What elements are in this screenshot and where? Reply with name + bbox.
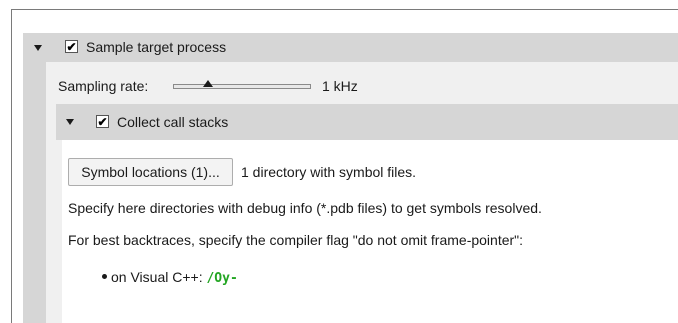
- collapse-triangle-icon[interactable]: [34, 45, 42, 51]
- sampling-rate-label: Sampling rate:: [58, 78, 149, 94]
- symbol-locations-button[interactable]: Symbol locations (1)...: [68, 158, 233, 186]
- checkmark-icon: ✔: [66, 39, 77, 54]
- slider-thumb[interactable]: [202, 80, 213, 87]
- bullet-icon: [102, 274, 107, 279]
- sampling-rate-value: 1 kHz: [322, 78, 358, 94]
- collect-call-stacks-label: Collect call stacks: [117, 114, 229, 130]
- visual-cpp-flag: /Oy-: [206, 271, 238, 286]
- sample-target-process-checkbox[interactable]: ✔: [65, 40, 78, 53]
- pdb-hint-text: Specify here directories with debug info…: [68, 200, 542, 216]
- visual-cpp-bullet: on Visual C++: /Oy-: [111, 268, 238, 288]
- sample-target-process-label: Sample target process: [86, 39, 227, 55]
- visual-cpp-label: on Visual C++:: [111, 269, 203, 285]
- frame-pointer-hint-text: For best backtraces, specify the compile…: [68, 232, 524, 248]
- sampling-rate-slider[interactable]: [173, 84, 311, 89]
- symbol-status-text: 1 directory with symbol files.: [241, 164, 417, 180]
- panel-indent: [23, 62, 46, 323]
- collect-call-stacks-checkbox[interactable]: ✔: [96, 115, 109, 128]
- checkmark-icon: ✔: [97, 114, 108, 129]
- collapse-triangle-icon[interactable]: [66, 119, 74, 125]
